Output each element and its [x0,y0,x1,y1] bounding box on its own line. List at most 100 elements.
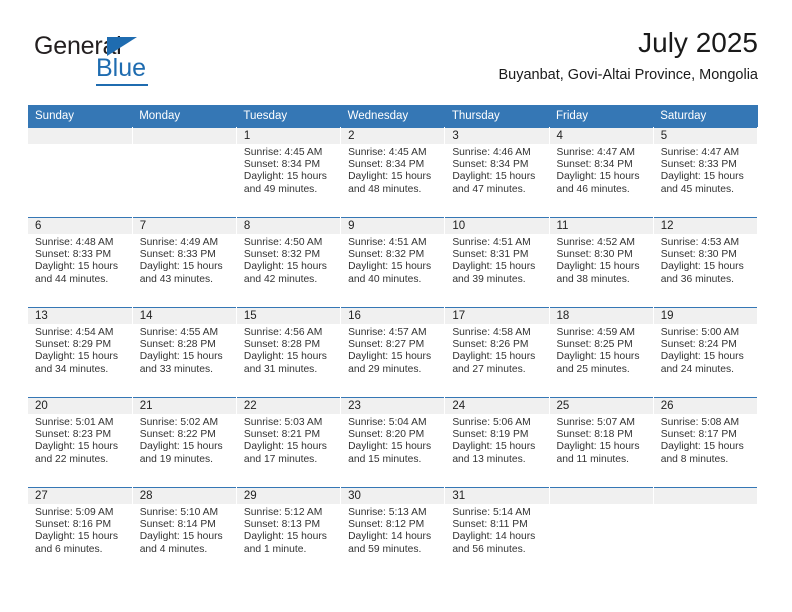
sunrise-text: Sunrise: 5:02 AM [139,417,219,428]
calendar-day-cell[interactable]: 9 Sunrise: 4:51 AM Sunset: 8:32 PM Daylight… [340,217,446,308]
day-number: 29 [236,488,341,504]
calendar-day-cell[interactable]: 25 Sunrise: 5:07 AM Sunset: 8:18 PM Dayligh… [549,397,654,488]
calendar-day-cell[interactable]: 15 Sunrise: 4:56 AM Sunset: 8:28 PM Dayligh… [236,307,342,398]
day-cell-inner: 31 Sunrise: 5:14 AM Sunset: 8:11 PM Dayligh… [445,488,549,577]
calendar-day-cell[interactable]: 29 Sunrise: 5:12 AM Sunset: 8:13 PM Dayligh… [236,487,342,577]
daylight-text: Daylight: 15 hours and 43 minutes. [139,261,223,285]
day-number: 26 [653,398,757,414]
calendar-day-cell[interactable]: 3 Sunrise: 4:46 AM Sunset: 8:34 PM Daylight… [444,127,550,218]
calendar-day-cell[interactable]: 30 Sunrise: 5:13 AM Sunset: 8:12 PM Dayligh… [340,487,446,577]
day-number: 30 [341,488,445,504]
calendar-day-cell[interactable]: 12 Sunrise: 4:53 AM Sunset: 8:30 PM Dayligh… [653,217,759,308]
daylight-text: Daylight: 15 hours and 46 minutes. [556,171,640,195]
calendar-day-cell[interactable]: 5 Sunrise: 4:47 AM Sunset: 8:33 PM Daylight… [653,127,759,218]
calendar-day-cell[interactable]: 19 Sunrise: 5:00 AM Sunset: 8:24 PM Dayligh… [653,307,759,398]
day-details: Sunrise: 4:57 AM Sunset: 8:27 PM Daylight:… [341,324,444,376]
day-number: 28 [132,488,236,504]
calendar-day-cell[interactable]: 21 Sunrise: 5:02 AM Sunset: 8:22 PM Dayligh… [132,397,237,488]
calendar-empty-cell [549,487,654,577]
day-cell-inner: 19 Sunrise: 5:00 AM Sunset: 8:24 PM Dayligh… [653,308,757,397]
weekday-header-wednesday: Wednesday [340,105,445,128]
calendar-day-cell[interactable]: 23 Sunrise: 5:04 AM Sunset: 8:20 PM Dayligh… [340,397,446,488]
daylight-text: Daylight: 15 hours and 1 minute. [243,531,327,555]
calendar-day-cell[interactable]: 7 Sunrise: 4:49 AM Sunset: 8:33 PM Daylight… [132,217,237,308]
calendar-week-row: 6 Sunrise: 4:48 AM Sunset: 8:33 PM Daylight… [28,217,759,308]
day-number: 13 [28,308,132,324]
calendar-day-cell[interactable]: 16 Sunrise: 4:57 AM Sunset: 8:27 PM Dayligh… [340,307,446,398]
weekday-header-sunday: Sunday [28,105,133,128]
sunset-text: Sunset: 8:26 PM [452,339,529,351]
daylight-text: Daylight: 15 hours and 33 minutes. [139,351,223,375]
calendar-day-cell[interactable]: 24 Sunrise: 5:06 AM Sunset: 8:19 PM Dayligh… [444,397,550,488]
day-cell-inner [28,128,132,217]
sunset-text: Sunset: 8:33 PM [660,159,737,171]
day-cell-inner [653,488,757,577]
calendar-table: Sunday Monday Tuesday Wednesday Thursday Frid… [28,105,759,577]
day-number: 21 [132,398,236,414]
calendar-day-cell[interactable]: 31 Sunrise: 5:14 AM Sunset: 8:11 PM Dayligh… [444,487,550,577]
calendar-day-cell[interactable]: 10 Sunrise: 4:51 AM Sunset: 8:31 PM Dayligh… [444,217,550,308]
day-number: 27 [28,488,132,504]
weekday-header-monday: Monday [132,105,237,128]
day-cell-inner: 9 Sunrise: 4:51 AM Sunset: 8:32 PM Daylight… [341,218,445,307]
day-number [28,128,132,144]
day-details: Sunrise: 5:02 AM Sunset: 8:22 PM Daylight:… [133,414,236,466]
sunset-text: Sunset: 8:34 PM [243,159,321,171]
day-details: Sunrise: 5:09 AM Sunset: 8:16 PM Daylight:… [28,504,132,556]
sunrise-text: Sunrise: 4:51 AM [348,237,427,248]
day-number: 16 [341,308,445,324]
sunset-text: Sunset: 8:17 PM [660,429,737,441]
sunrise-text: Sunrise: 4:59 AM [556,327,635,338]
daylight-text: Daylight: 15 hours and 40 minutes. [348,261,432,285]
sunrise-text: Sunrise: 4:54 AM [35,327,114,338]
calendar-day-cell[interactable]: 20 Sunrise: 5:01 AM Sunset: 8:23 PM Dayligh… [28,397,133,488]
day-details: Sunrise: 4:54 AM Sunset: 8:29 PM Daylight:… [28,324,132,376]
calendar-day-cell[interactable]: 28 Sunrise: 5:10 AM Sunset: 8:14 PM Dayligh… [132,487,237,577]
daylight-text: Daylight: 15 hours and 19 minutes. [139,441,223,465]
day-number: 17 [445,308,549,324]
calendar-day-cell[interactable]: 1 Sunrise: 4:45 AM Sunset: 8:34 PM Daylight… [236,127,342,218]
calendar-day-cell[interactable]: 22 Sunrise: 5:03 AM Sunset: 8:21 PM Dayligh… [236,397,342,488]
calendar-day-cell[interactable]: 11 Sunrise: 4:52 AM Sunset: 8:30 PM Dayligh… [549,217,654,308]
calendar-day-cell[interactable]: 27 Sunrise: 5:09 AM Sunset: 8:16 PM Dayligh… [28,487,133,577]
daylight-text: Daylight: 15 hours and 47 minutes. [452,171,536,195]
calendar-day-cell[interactable]: 4 Sunrise: 4:47 AM Sunset: 8:34 PM Daylight… [549,127,654,218]
sunset-text: Sunset: 8:32 PM [348,249,425,261]
day-details: Sunrise: 4:55 AM Sunset: 8:28 PM Daylight:… [133,324,236,376]
calendar-day-cell[interactable]: 17 Sunrise: 4:58 AM Sunset: 8:26 PM Dayligh… [444,307,550,398]
calendar-day-cell[interactable]: 14 Sunrise: 4:55 AM Sunset: 8:28 PM Dayligh… [132,307,237,398]
day-cell-inner: 28 Sunrise: 5:10 AM Sunset: 8:14 PM Dayligh… [132,488,236,577]
sunrise-text: Sunrise: 5:01 AM [35,417,114,428]
day-cell-inner: 23 Sunrise: 5:04 AM Sunset: 8:20 PM Dayligh… [341,398,445,487]
calendar-day-cell[interactable]: 2 Sunrise: 4:45 AM Sunset: 8:34 PM Daylight… [340,127,446,218]
sunrise-text: Sunrise: 5:10 AM [139,507,219,518]
calendar-day-cell[interactable]: 18 Sunrise: 4:59 AM Sunset: 8:25 PM Dayligh… [549,307,654,398]
sunset-text: Sunset: 8:20 PM [348,429,425,441]
daylight-text: Daylight: 15 hours and 34 minutes. [35,351,118,375]
calendar-day-cell[interactable]: 6 Sunrise: 4:48 AM Sunset: 8:33 PM Daylight… [28,217,133,308]
day-cell-inner: 11 Sunrise: 4:52 AM Sunset: 8:30 PM Dayligh… [549,218,653,307]
weekday-header-tuesday: Tuesday [236,105,341,128]
day-cell-inner: 8 Sunrise: 4:50 AM Sunset: 8:32 PM Daylight… [236,218,341,307]
day-cell-inner: 3 Sunrise: 4:46 AM Sunset: 8:34 PM Daylight… [445,128,549,217]
sunrise-text: Sunrise: 4:45 AM [243,147,323,158]
calendar-day-cell[interactable]: 13 Sunrise: 4:54 AM Sunset: 8:29 PM Dayligh… [28,307,133,398]
daylight-text: Daylight: 15 hours and 31 minutes. [243,351,327,375]
sunrise-text: Sunrise: 4:52 AM [556,237,635,248]
sunset-text: Sunset: 8:19 PM [452,429,529,441]
daylight-text: Daylight: 14 hours and 56 minutes. [452,531,536,555]
day-details: Sunrise: 4:48 AM Sunset: 8:33 PM Daylight:… [28,234,132,286]
sunrise-text: Sunrise: 4:56 AM [243,327,323,338]
daylight-text: Daylight: 15 hours and 29 minutes. [348,351,432,375]
sunrise-text: Sunrise: 4:47 AM [660,147,740,158]
day-number [132,128,236,144]
sunset-text: Sunset: 8:22 PM [139,429,216,441]
sunset-text: Sunset: 8:25 PM [556,339,633,351]
day-number: 6 [28,218,132,234]
sunset-text: Sunset: 8:28 PM [243,339,321,351]
sunset-text: Sunset: 8:30 PM [660,249,737,261]
calendar-day-cell[interactable]: 8 Sunrise: 4:50 AM Sunset: 8:32 PM Daylight… [236,217,342,308]
calendar-day-cell[interactable]: 26 Sunrise: 5:08 AM Sunset: 8:17 PM Dayligh… [653,397,759,488]
sunrise-text: Sunrise: 4:58 AM [452,327,531,338]
daylight-text: Daylight: 15 hours and 45 minutes. [660,171,744,195]
